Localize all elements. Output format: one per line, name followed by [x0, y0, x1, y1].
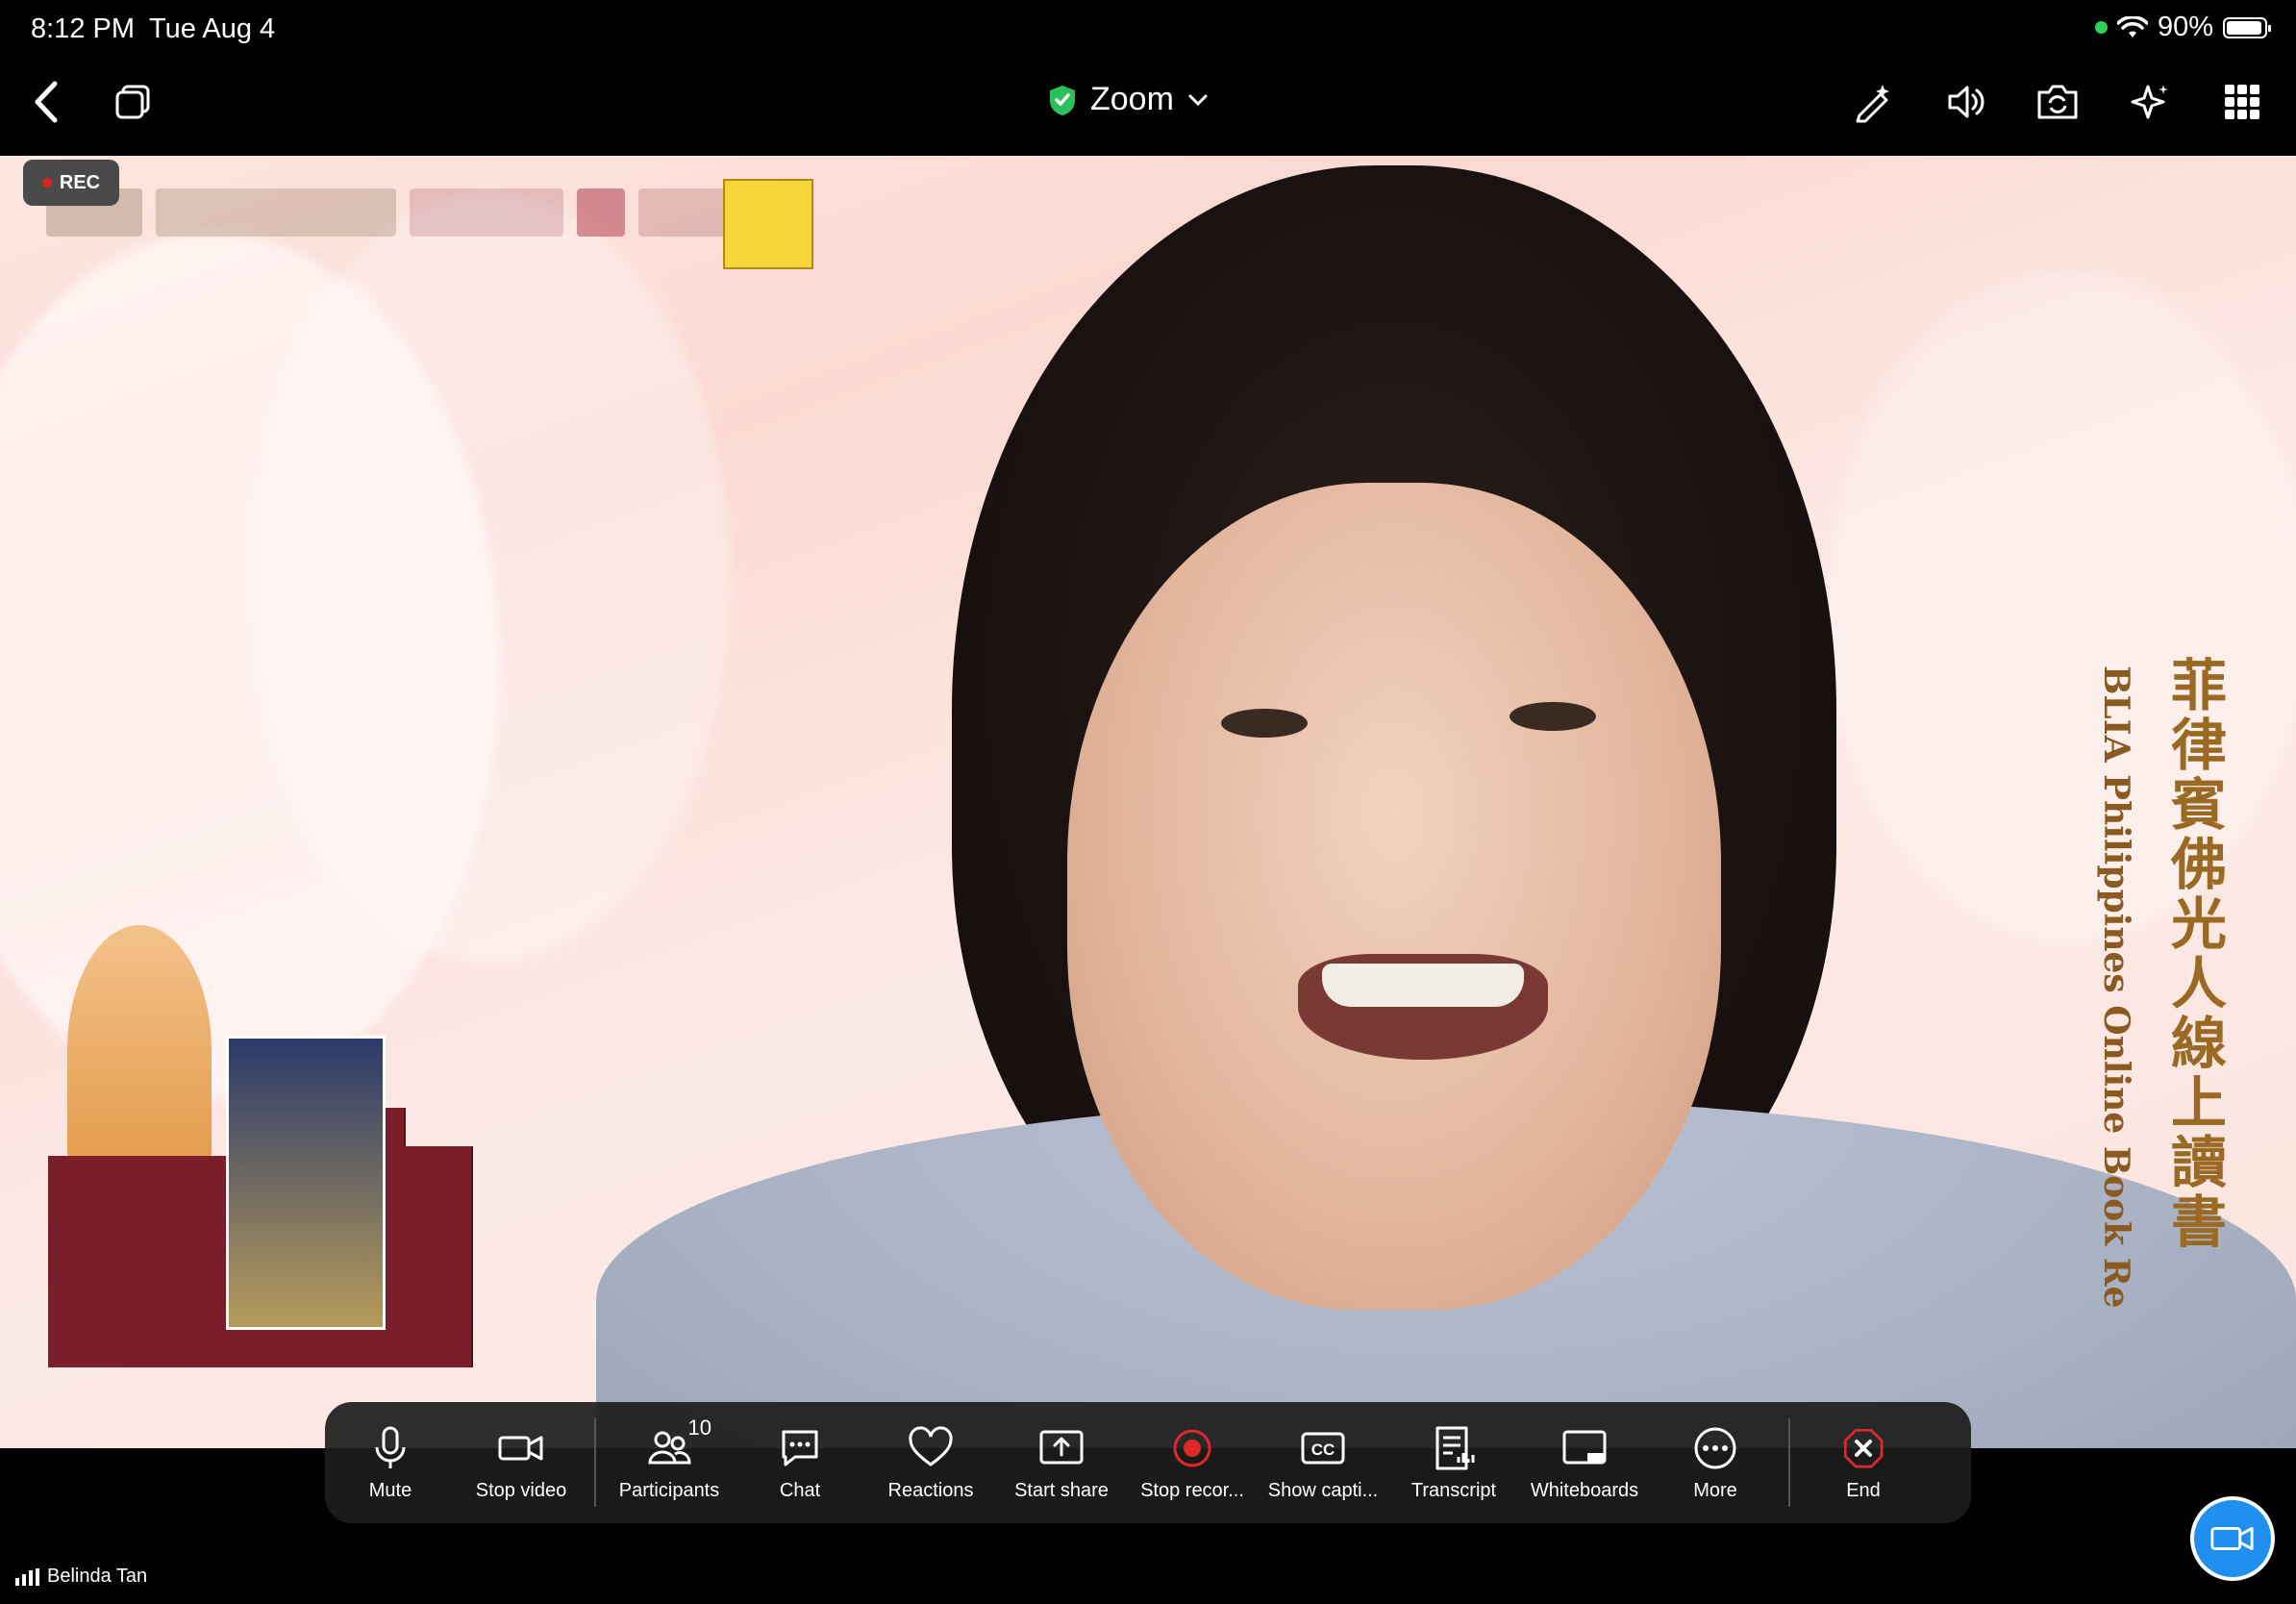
meeting-title: Zoom — [1090, 81, 1174, 117]
participant-eye — [1221, 709, 1308, 738]
stop-recording-button[interactable]: Stop recor... — [1127, 1402, 1258, 1523]
start-share-label: Start share — [1014, 1479, 1109, 1501]
show-captions-label: Show capti... — [1267, 1479, 1379, 1501]
video-feed[interactable]: REC 菲律賓佛光人線上讀書 BLIA Philippines Online B… — [0, 156, 2296, 1448]
svg-text:CC: CC — [1311, 1441, 1335, 1459]
closed-caption-icon: CC — [1301, 1432, 1345, 1464]
speaker-button[interactable] — [1938, 75, 1992, 129]
end-meeting-button[interactable]: End — [1798, 1402, 1929, 1523]
rec-label: REC — [59, 171, 101, 193]
more-button[interactable]: More — [1650, 1402, 1781, 1523]
heart-icon — [909, 1425, 953, 1466]
yellow-book-logo — [723, 179, 813, 269]
participant-name-tag: Belinda Tan — [15, 1566, 147, 1588]
logo-calligraphy — [156, 188, 396, 237]
mic-in-use-indicator — [2094, 21, 2108, 34]
participant-name: Belinda Tan — [47, 1566, 148, 1587]
banner-title-english: BLIA Philippines Online Book Re — [2096, 665, 2136, 1309]
transcript-icon — [1435, 1426, 1475, 1469]
divider — [1788, 1418, 1790, 1507]
status-time: 8:12 PM — [31, 13, 135, 44]
video-camera-icon — [498, 1436, 543, 1460]
grid-icon — [2225, 85, 2259, 119]
shield-check-icon — [1050, 85, 1075, 115]
chevron-left-icon — [35, 81, 58, 123]
end-label: End — [1846, 1479, 1881, 1501]
battery-percent: 90% — [2157, 12, 2213, 42]
participants-button[interactable]: 10 Participants — [604, 1402, 735, 1523]
minimize-button[interactable] — [106, 75, 160, 129]
end-hexagon-icon — [1843, 1428, 1884, 1467]
status-bar: 8:12 PM Tue Aug 4 90% — [0, 0, 2296, 60]
more-dots-icon — [1694, 1427, 1736, 1468]
back-button[interactable] — [19, 75, 73, 129]
meeting-title-dropdown[interactable]: Zoom — [1048, 81, 1209, 118]
microphone-icon — [375, 1426, 406, 1468]
logo-lotus — [577, 188, 625, 237]
pen-sparkle-icon — [1856, 85, 1889, 123]
chat-label: Chat — [779, 1479, 821, 1501]
mute-label: Mute — [368, 1479, 412, 1501]
transcript-button[interactable]: Transcript — [1388, 1402, 1519, 1523]
record-dot-icon — [41, 178, 52, 188]
stop-video-button[interactable]: Stop video — [456, 1402, 586, 1523]
speaker-icon — [1948, 86, 1984, 118]
status-right: 90% — [2094, 12, 2271, 43]
whiteboards-label: Whiteboards — [1530, 1479, 1639, 1501]
meeting-controls: Mute Stop video 10 Participants Chat Rea… — [325, 1402, 1971, 1523]
participants-label: Participants — [618, 1479, 720, 1501]
picture-in-picture-icon — [115, 85, 150, 119]
top-toolbar: Zoom — [0, 60, 2296, 156]
book-cover — [226, 1036, 386, 1330]
more-label: More — [1693, 1479, 1737, 1501]
stop-recording-label: Stop recor... — [1140, 1479, 1244, 1501]
floating-video-button[interactable] — [2190, 1496, 2275, 1581]
stop-video-label: Stop video — [475, 1479, 567, 1501]
background-petal — [250, 194, 731, 964]
transcript-label: Transcript — [1410, 1479, 1497, 1501]
recording-badge: REC — [23, 160, 119, 206]
sparkle-icon — [2131, 85, 2168, 119]
sponsor-logos — [46, 179, 744, 246]
logo-temple — [410, 188, 563, 237]
start-share-button[interactable]: Start share — [996, 1402, 1127, 1523]
camera-rotate-icon — [2037, 85, 2078, 119]
participants-count: 10 — [687, 1416, 711, 1440]
chat-bubble-icon — [782, 1430, 818, 1466]
ai-companion-button[interactable] — [2123, 75, 2177, 129]
reactions-button[interactable]: Reactions — [865, 1402, 996, 1523]
reactions-label: Reactions — [887, 1479, 974, 1501]
whiteboard-icon — [1562, 1430, 1607, 1464]
divider — [594, 1418, 596, 1507]
participant-teeth — [1322, 964, 1524, 1007]
mute-button[interactable]: Mute — [325, 1402, 456, 1523]
switch-camera-button[interactable] — [2031, 75, 2084, 129]
chevron-down-icon — [1188, 94, 1208, 106]
people-icon — [648, 1431, 691, 1464]
banner-title-chinese: 菲律賓佛光人線上讀書 — [2161, 656, 2227, 1252]
record-stop-icon — [1173, 1429, 1211, 1466]
chat-button[interactable]: Chat — [735, 1402, 865, 1523]
wifi-icon — [2116, 15, 2148, 38]
show-captions-button[interactable]: CC Show capti... — [1258, 1402, 1388, 1523]
apps-button[interactable] — [2215, 75, 2269, 129]
battery-icon — [2223, 16, 2271, 38]
video-camera-icon — [2210, 1527, 2254, 1550]
status-date: Tue Aug 4 — [149, 13, 276, 44]
participant-eye — [1510, 702, 1596, 731]
annotate-button[interactable] — [1846, 75, 1900, 129]
share-screen-icon — [1039, 1430, 1084, 1464]
signal-bars-icon — [15, 1567, 39, 1586]
participant-face — [1067, 483, 1721, 1310]
whiteboards-button[interactable]: Whiteboards — [1519, 1402, 1650, 1523]
